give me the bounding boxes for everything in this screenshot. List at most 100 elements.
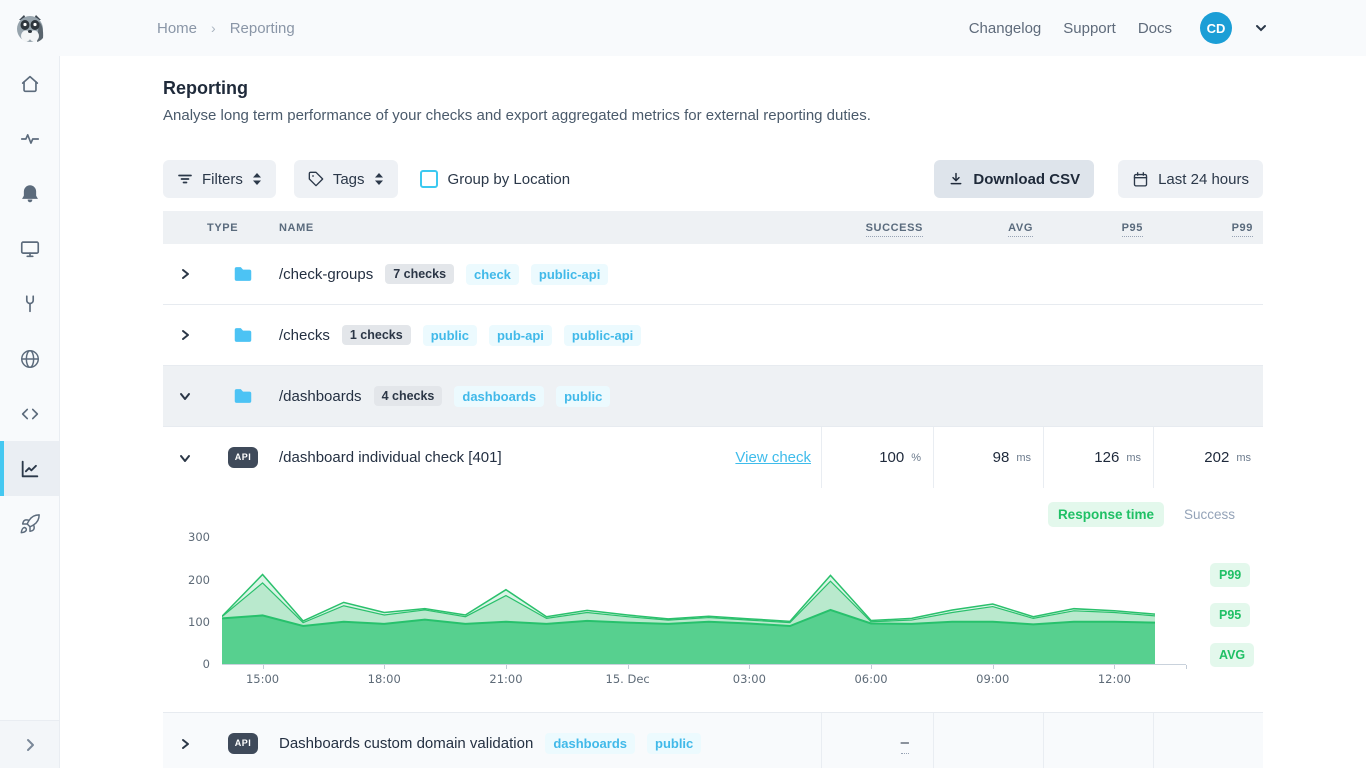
expand-chevron[interactable] — [174, 733, 196, 755]
sort-arrows-icon — [252, 173, 262, 185]
raccoon-logo-icon — [12, 10, 48, 46]
tag-chip[interactable]: pub-api — [489, 325, 552, 346]
tag-chip[interactable]: dashboards — [454, 386, 544, 407]
table-header: TYPE NAME SUCCESS AVG P95 P99 — [163, 211, 1263, 244]
tag-icon — [308, 171, 324, 187]
top-bar: Home › Reporting Changelog Support Docs … — [0, 0, 1366, 56]
tag-chip[interactable]: public — [423, 325, 477, 346]
account-menu-chevron-icon[interactable] — [1254, 21, 1268, 35]
app-logo[interactable] — [12, 10, 48, 46]
tags-label: Tags — [333, 171, 365, 188]
support-link[interactable]: Support — [1063, 20, 1116, 37]
date-range-button[interactable]: Last 24 hours — [1118, 160, 1263, 198]
sidebar-item-dashboards[interactable] — [0, 221, 59, 276]
wrench-icon — [19, 293, 41, 315]
docs-link[interactable]: Docs — [1138, 20, 1172, 37]
controls-bar: Filters Tags Group by Location Download … — [163, 160, 1263, 198]
api-check-badge: API — [228, 447, 259, 468]
bell-icon — [19, 183, 41, 205]
sidebar-item-activity[interactable] — [0, 111, 59, 166]
p95-cell: 126ms — [1043, 427, 1153, 488]
tag-chip[interactable]: check — [466, 264, 519, 285]
sidebar-expand-button[interactable] — [0, 720, 59, 768]
collapse-chevron[interactable] — [174, 385, 196, 407]
table-row-check-groups: /check-groups 7 checks check public-api — [163, 244, 1263, 305]
sidebar-item-alerts[interactable] — [0, 166, 59, 221]
group-by-location-option[interactable]: Group by Location — [420, 170, 571, 188]
breadcrumb: Home › Reporting — [157, 0, 295, 56]
header-p99[interactable]: P99 — [1153, 222, 1263, 234]
tags-button[interactable]: Tags — [294, 160, 398, 198]
sidebar-item-maintenance[interactable] — [0, 276, 59, 331]
p99-cell — [1153, 713, 1263, 768]
x-axis-label: 21:00 — [489, 672, 522, 686]
header-p95[interactable]: P95 — [1043, 222, 1153, 234]
monitor-icon — [19, 238, 41, 260]
p95-legend-badge[interactable]: P95 — [1210, 603, 1250, 627]
home-icon — [19, 73, 41, 95]
date-range-label: Last 24 hours — [1158, 171, 1249, 188]
x-axis-line — [222, 664, 1186, 665]
chevron-right-icon — [178, 737, 192, 751]
row-name[interactable]: /check-groups — [279, 266, 373, 283]
collapse-chevron[interactable] — [174, 447, 196, 469]
header-name: NAME — [279, 222, 821, 234]
group-by-location-checkbox[interactable] — [420, 170, 438, 188]
group-by-location-label: Group by Location — [448, 171, 571, 188]
expand-chevron[interactable] — [174, 263, 196, 285]
table-row-checks: /checks 1 checks public pub-api public-a… — [163, 305, 1263, 366]
x-axis-label: 12:00 — [1098, 672, 1131, 686]
header-success[interactable]: SUCCESS — [821, 222, 933, 234]
filters-label: Filters — [202, 171, 243, 188]
chevron-right-icon — [178, 328, 192, 342]
avg-cell: 98ms — [933, 427, 1043, 488]
download-icon — [948, 171, 964, 187]
sidebar — [0, 56, 60, 768]
x-axis-label: 09:00 — [976, 672, 1009, 686]
report-table: TYPE NAME SUCCESS AVG P95 P99 /check-gro… — [163, 211, 1263, 768]
sort-arrows-icon — [374, 173, 384, 185]
code-icon — [19, 403, 41, 425]
breadcrumb-home[interactable]: Home — [157, 20, 197, 37]
sidebar-item-home[interactable] — [0, 56, 59, 111]
sidebar-item-locations[interactable] — [0, 331, 59, 386]
changelog-link[interactable]: Changelog — [969, 20, 1042, 37]
tag-chip[interactable]: public — [647, 733, 701, 754]
sidebar-item-getting-started[interactable] — [0, 496, 59, 551]
header-avg[interactable]: AVG — [933, 222, 1043, 234]
tag-chip[interactable]: public-api — [531, 264, 608, 285]
success-toggle[interactable]: Success — [1184, 507, 1235, 522]
filters-button[interactable]: Filters — [163, 160, 276, 198]
chart-plot-area[interactable] — [222, 531, 1155, 664]
avatar[interactable]: CD — [1200, 12, 1232, 44]
x-axis-label: 15:00 — [246, 672, 279, 686]
tag-chip[interactable]: dashboards — [545, 733, 635, 754]
folder-icon — [232, 385, 254, 407]
check-count-badge: 7 checks — [385, 264, 454, 284]
p99-cell: 202ms — [1153, 427, 1263, 488]
row-name[interactable]: /dashboards — [279, 388, 362, 405]
row-name[interactable]: /checks — [279, 327, 330, 344]
sidebar-item-reporting[interactable] — [0, 441, 59, 496]
chevron-right-icon — [178, 267, 192, 281]
tag-chip[interactable]: public-api — [564, 325, 641, 346]
tag-chip[interactable]: public — [556, 386, 610, 407]
globe-icon — [19, 348, 41, 370]
download-csv-button[interactable]: Download CSV — [934, 160, 1094, 198]
sidebar-item-api[interactable] — [0, 386, 59, 441]
avg-cell — [933, 713, 1043, 768]
x-axis-label: 06:00 — [854, 672, 887, 686]
table-row-dashboards: /dashboards 4 checks dashboards public — [163, 366, 1263, 427]
row-name[interactable]: Dashboards custom domain validation — [279, 735, 533, 752]
folder-icon — [232, 263, 254, 285]
avg-legend-badge[interactable]: AVG — [1210, 643, 1254, 667]
page-subtitle: Analyse long term performance of your ch… — [163, 107, 1263, 124]
view-check-link[interactable]: View check — [735, 449, 811, 466]
success-cell: 100% — [821, 427, 933, 488]
calendar-icon — [1132, 171, 1149, 188]
response-time-toggle[interactable]: Response time — [1048, 502, 1164, 527]
p99-legend-badge[interactable]: P99 — [1210, 563, 1250, 587]
row-name[interactable]: /dashboard individual check [401] — [279, 449, 502, 466]
x-axis-label: 15. Dec — [606, 672, 650, 686]
expand-chevron[interactable] — [174, 324, 196, 346]
